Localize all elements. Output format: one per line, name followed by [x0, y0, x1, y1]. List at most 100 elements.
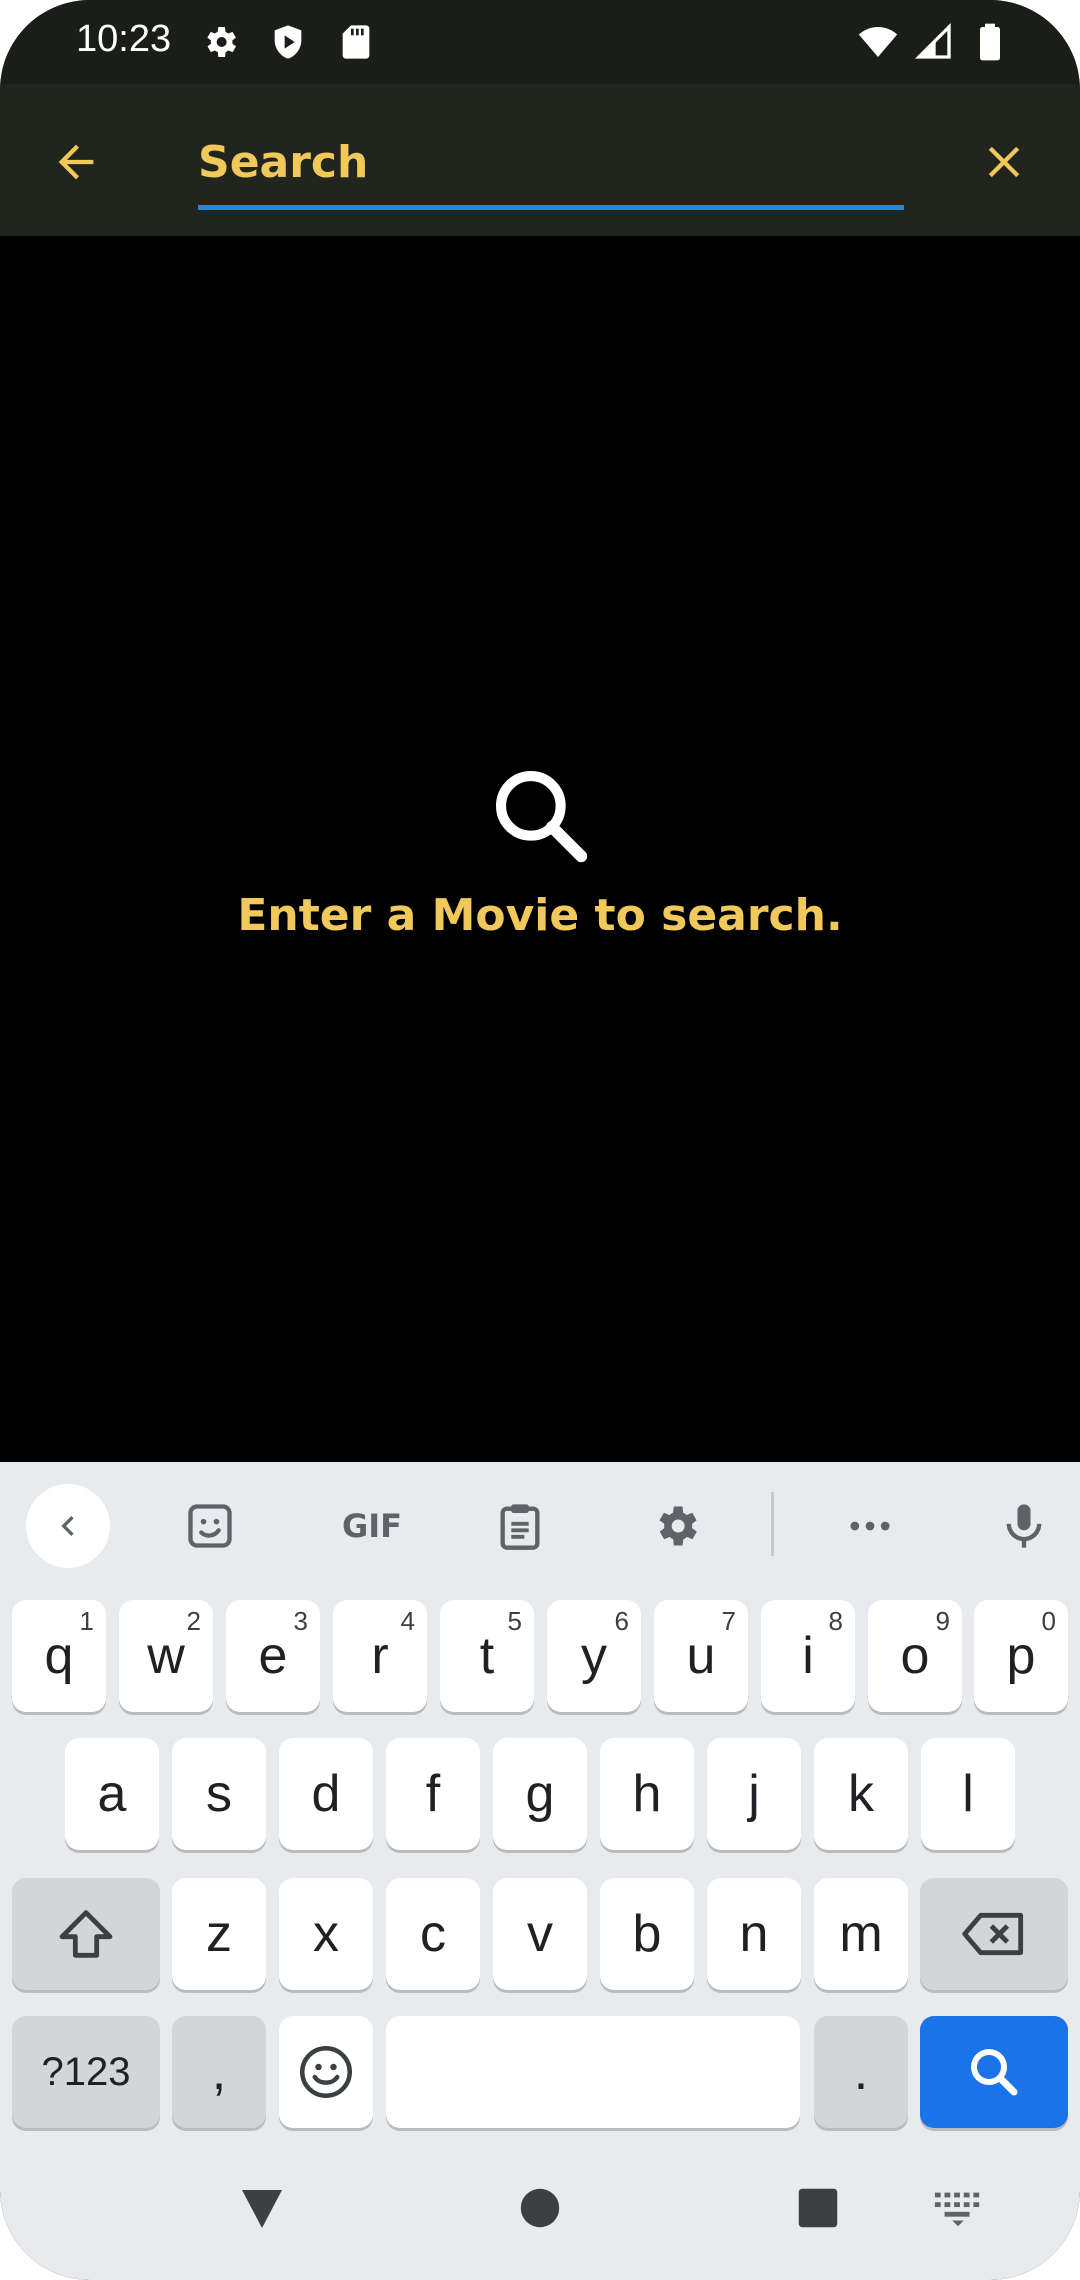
key-x[interactable]: x	[279, 1878, 373, 1990]
battery-icon	[980, 23, 1000, 61]
nav-home-button[interactable]	[518, 2180, 562, 2236]
key-v[interactable]: v	[493, 1878, 587, 1990]
square-icon	[798, 2188, 838, 2228]
key-label: e	[258, 1627, 288, 1685]
key-hint: 4	[400, 1606, 415, 1636]
close-icon	[988, 146, 1020, 178]
more-options-button[interactable]	[828, 1484, 912, 1568]
nav-recents-button[interactable]	[794, 2180, 842, 2236]
system-nav-bar	[0, 2150, 1080, 2280]
key-k[interactable]: k	[814, 1738, 908, 1850]
key-p[interactable]: p0	[974, 1600, 1068, 1712]
key-row-3: z x c v b n m	[0, 1878, 1080, 1992]
clipboard-button[interactable]	[478, 1484, 562, 1568]
key-g[interactable]: g	[493, 1738, 587, 1850]
key-hint: 2	[186, 1606, 201, 1636]
key-row-2: a s d f g h j k l	[0, 1738, 1080, 1852]
search-app-bar	[0, 84, 1080, 236]
key-j[interactable]: j	[707, 1738, 801, 1850]
key-hint: 3	[293, 1606, 308, 1636]
toolbar-divider	[771, 1492, 774, 1556]
shield-icon	[274, 25, 302, 59]
empty-state: Enter a Movie to search.	[0, 760, 1080, 941]
key-b[interactable]: b	[600, 1878, 694, 1990]
key-c[interactable]: c	[386, 1878, 480, 1990]
key-hint: 9	[935, 1606, 950, 1636]
key-n[interactable]: n	[707, 1878, 801, 1990]
signal-icon	[914, 22, 951, 59]
key-row-4: ?123 , .	[0, 2016, 1080, 2130]
key-hint: 8	[828, 1606, 843, 1636]
keyboard-settings-button[interactable]	[634, 1484, 718, 1568]
sd-card-icon	[342, 25, 370, 59]
key-h[interactable]: h	[600, 1738, 694, 1850]
nav-back-button[interactable]	[234, 2180, 290, 2236]
key-hint: 0	[1041, 1606, 1056, 1636]
keyboard-switch-button[interactable]	[930, 2180, 986, 2236]
gif-button[interactable]: GIF	[322, 1484, 422, 1568]
key-e[interactable]: e3	[226, 1600, 320, 1712]
search-input[interactable]	[198, 120, 904, 205]
home-circle-icon	[520, 2188, 560, 2228]
sticker-icon	[188, 1504, 232, 1548]
key-q[interactable]: q1	[12, 1600, 106, 1712]
key-z[interactable]: z	[172, 1878, 266, 1990]
key-label: t	[479, 1627, 495, 1685]
key-label: q	[44, 1627, 74, 1685]
key-label: p	[1006, 1627, 1036, 1685]
comma-key[interactable]: ,	[172, 2016, 266, 2128]
key-hint: 7	[721, 1606, 736, 1636]
status-icons-right	[858, 22, 1010, 62]
keyboard-collapse-button[interactable]	[26, 1484, 110, 1568]
key-i[interactable]: i8	[761, 1600, 855, 1712]
key-hint: 6	[614, 1606, 629, 1636]
key-s[interactable]: s	[172, 1738, 266, 1850]
key-label: y	[581, 1627, 607, 1685]
clear-search-button[interactable]	[968, 126, 1040, 198]
space-key[interactable]	[386, 2016, 800, 2128]
key-d[interactable]: d	[279, 1738, 373, 1850]
key-u[interactable]: u7	[654, 1600, 748, 1712]
microphone-icon	[1006, 1504, 1042, 1548]
search-key[interactable]	[920, 2016, 1068, 2128]
key-t[interactable]: t5	[440, 1600, 534, 1712]
symbols-key[interactable]: ?123	[12, 2016, 160, 2128]
period-key[interactable]: .	[814, 2016, 908, 2128]
search-field[interactable]	[198, 120, 904, 210]
voice-input-button[interactable]	[982, 1484, 1066, 1568]
gif-label: GIF	[341, 1507, 403, 1545]
status-time: 10:23	[76, 18, 172, 60]
settings-icon	[207, 27, 236, 57]
key-f[interactable]: f	[386, 1738, 480, 1850]
key-m[interactable]: m	[814, 1878, 908, 1990]
key-label: i	[802, 1627, 814, 1685]
key-w[interactable]: w2	[119, 1600, 213, 1712]
key-label: o	[900, 1627, 930, 1685]
wifi-icon	[858, 27, 898, 57]
key-r[interactable]: r4	[333, 1600, 427, 1712]
clipboard-icon	[500, 1504, 540, 1550]
arrow-left-icon	[58, 144, 94, 180]
key-row-1: q1 w2 e3 r4 t5 y6 u7 i8 o9 p0	[0, 1600, 1080, 1714]
backspace-icon	[962, 1912, 1024, 1956]
keyboard-icon	[934, 2192, 980, 2227]
keyboard-toolbar: GIF	[0, 1462, 1080, 1580]
key-o[interactable]: o9	[868, 1600, 962, 1712]
emoji-key[interactable]	[279, 2016, 373, 2128]
key-l[interactable]: l	[921, 1738, 1015, 1850]
status-icons-left	[200, 22, 376, 62]
shift-key[interactable]	[12, 1878, 160, 1990]
empty-state-message: Enter a Movie to search.	[237, 890, 843, 941]
triangle-down-icon	[242, 2190, 282, 2228]
backspace-key[interactable]	[920, 1878, 1068, 1990]
sticker-button[interactable]	[168, 1484, 252, 1568]
key-hint: 1	[79, 1606, 94, 1636]
key-y[interactable]: y6	[547, 1600, 641, 1712]
key-a[interactable]: a	[65, 1738, 159, 1850]
key-label: u	[686, 1627, 716, 1685]
back-button[interactable]	[40, 126, 112, 198]
search-icon	[496, 771, 588, 863]
status-bar: 10:23	[0, 0, 1080, 84]
screen: 10:23 Search Enter a Movie to search. GI…	[0, 0, 1080, 2280]
key-hint: 5	[507, 1606, 522, 1636]
